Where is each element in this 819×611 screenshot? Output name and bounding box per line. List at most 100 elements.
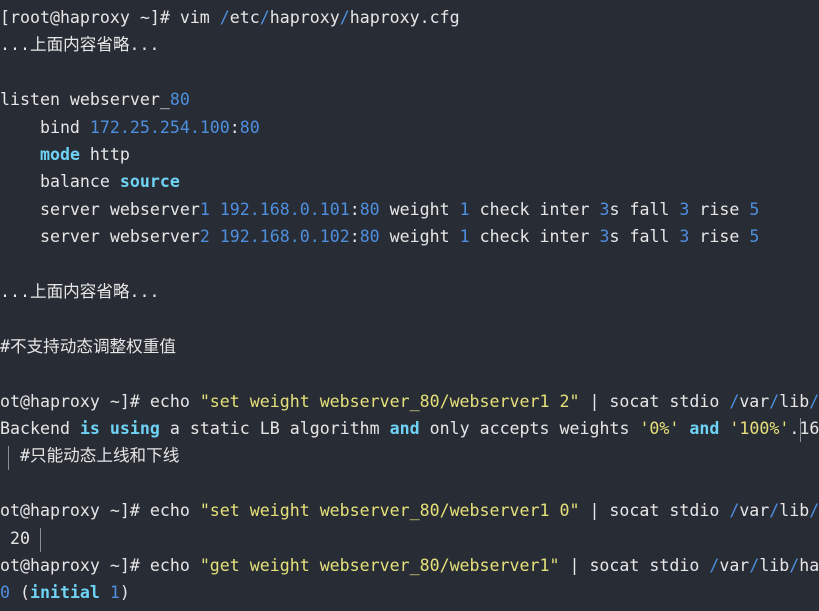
terminal-text-segment: only accepts weights [419, 419, 640, 438]
terminal-line: 0 (initial 1) [0, 579, 819, 606]
terminal-line: bind 172.25.254.100:80 [0, 114, 819, 141]
terminal-text-segment: / [809, 391, 819, 411]
terminal-text-segment: "get weight webserver_80/webserver1" [199, 556, 560, 575]
terminal-text-segment: balance [0, 172, 120, 192]
terminal-text-segment: 1 [459, 227, 470, 247]
terminal-text-segment: "set weight webserver_80/webserver1 0" [199, 501, 580, 521]
terminal-line: server webserver1 192.168.0.101:80 weigh… [0, 196, 819, 223]
terminal-text-segment: source [119, 172, 180, 192]
terminal-text-segment: 80 [359, 199, 380, 219]
terminal-text-segment: 1 [199, 199, 210, 219]
terminal-text-segment: ) [119, 583, 130, 603]
terminal-text-segment: 5 [749, 199, 760, 219]
terminal-text-segment: 5 [749, 227, 760, 247]
terminal-text-segment: hapro [799, 556, 819, 575]
terminal-text-segment: bind [0, 117, 90, 137]
terminal-text-segment: [root@haproxy ~]# vim [0, 8, 220, 27]
terminal-text-segment: 80 [169, 90, 190, 110]
terminal-text-segment: a static LB algorithm [159, 419, 390, 438]
terminal-text-segment: check inter [469, 227, 600, 247]
terminal-text-segment: / [259, 8, 270, 27]
terminal-text-segment: | socat stdio [559, 556, 710, 575]
terminal-line: balance source [0, 168, 819, 195]
line-wrap-indicator [40, 528, 41, 552]
terminal-text-segment: #只能动态上线和下线 [0, 446, 180, 466]
terminal-text-segment: ot@haproxy ~]# echo [0, 501, 200, 521]
terminal-text-segment: rise [689, 199, 750, 219]
terminal-text-segment: listen webserver_ [0, 90, 170, 110]
terminal-text-segment: haproxy [269, 8, 340, 27]
terminal-line: [root@haproxy ~]# vim /etc/haproxy/hapro… [0, 4, 819, 31]
terminal-text-segment: '100%' [729, 419, 790, 438]
terminal-text-segment: ...上面内容省略... [0, 282, 160, 301]
terminal-text-segment: / [809, 501, 819, 521]
terminal-text-segment: rise [689, 227, 750, 247]
terminal-line: listen webserver_80 [0, 86, 819, 113]
terminal-line: ot@haproxy ~]# echo "get weight webserve… [0, 552, 819, 579]
terminal-text-segment: 3 [599, 199, 610, 219]
terminal-text-segment: 192.168.0.102 [219, 227, 350, 247]
terminal-text-segment: / [749, 556, 760, 575]
terminal-line: mode http [0, 141, 819, 168]
terminal-text-segment: / [339, 8, 350, 27]
terminal-text-segment: 1 [459, 199, 470, 219]
terminal-text-segment: check inter [469, 199, 600, 219]
terminal-text-segment: 172.25.254.100 [89, 117, 230, 137]
terminal-text-segment: lib [759, 556, 790, 575]
terminal-text-segment: "set weight webserver_80/webserver1 2" [199, 391, 580, 411]
terminal-line: ot@haproxy ~]# echo "set weight webserve… [0, 388, 819, 415]
terminal-text-segment: s fall [609, 227, 680, 247]
terminal-text-segment: | socat stdio [579, 501, 730, 521]
terminal-text-segment: 80 [359, 227, 380, 247]
terminal-text-segment: lib [779, 391, 810, 411]
terminal-text-segment: Backend [0, 419, 80, 438]
terminal-text-segment: is [79, 419, 100, 438]
terminal-text-segment: | socat stdio [579, 391, 730, 411]
terminal-text-segment: 20 [0, 528, 30, 548]
terminal-text-segment: ot@haproxy ~]# echo [0, 556, 200, 575]
terminal-text-segment: weight [379, 227, 460, 247]
terminal-text-segment: #不支持动态调整权重值 [0, 336, 176, 356]
terminal-text-segment: and [689, 419, 720, 438]
terminal-text-segment: / [729, 391, 740, 411]
terminal-text-segment: 80 [239, 117, 260, 137]
terminal-line: #不支持动态调整权重值 [0, 333, 819, 360]
terminal-text-segment: ot@haproxy ~]# echo [0, 391, 200, 411]
terminal-line: ...上面内容省略... [0, 31, 819, 58]
terminal-text-segment: ...上面内容省略... [0, 35, 160, 55]
terminal-text-segment: 3 [679, 199, 690, 219]
terminal-text-segment: ( [10, 583, 30, 603]
terminal-text-segment: http [79, 145, 130, 164]
terminal-text-segment: haproxy.cfg [349, 8, 460, 27]
terminal-text-segment: : [349, 227, 360, 247]
terminal-text-segment: / [709, 556, 720, 575]
terminal-text-segment: / [769, 501, 780, 521]
terminal-text-segment: var [739, 501, 770, 521]
terminal-text-segment: mode [39, 145, 80, 164]
terminal-window[interactable]: { "terminal": { "lines": [ [["d","[root@… [0, 0, 819, 611]
line-wrap-indicator [8, 446, 9, 470]
terminal-text-segment: and [389, 419, 420, 438]
terminal-text-segment: : [229, 117, 240, 137]
terminal-line: #只能动态上线和下线 [0, 442, 819, 469]
terminal-text-segment: server webserver [0, 227, 200, 247]
terminal-text-segment: var [739, 391, 770, 411]
terminal-text-segment: lib [779, 501, 810, 521]
terminal-text-segment: 2 [199, 227, 210, 247]
terminal-text-segment: 1 [109, 583, 120, 603]
terminal-text-segment: '0%' [639, 419, 680, 438]
terminal-text-segment: 0 [0, 583, 10, 603]
terminal-text-segment: / [789, 556, 800, 575]
